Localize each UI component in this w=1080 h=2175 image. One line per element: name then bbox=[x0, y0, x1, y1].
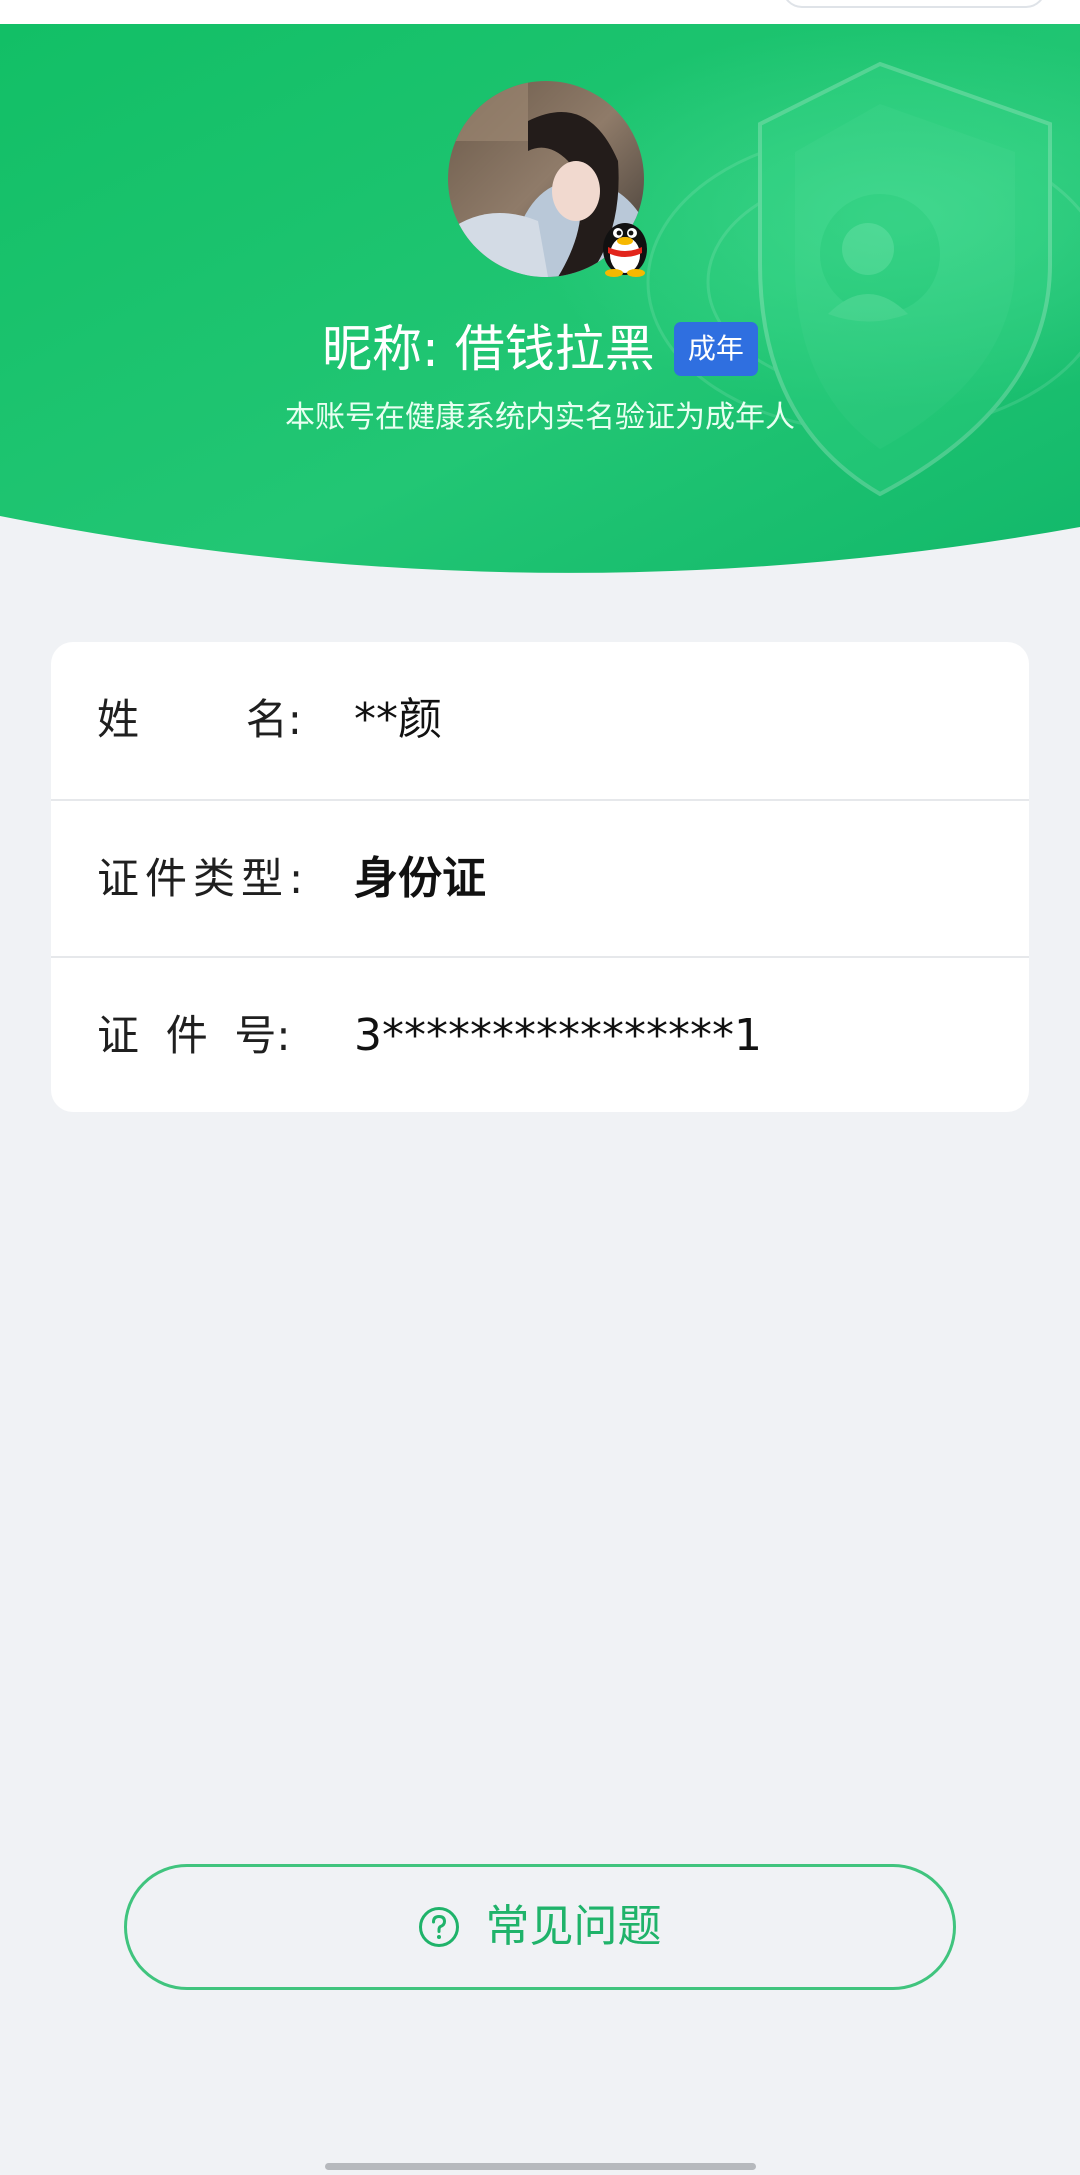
nickname-row: 昵称: 借钱拉黑 成年 bbox=[0, 314, 1080, 384]
identity-card: 姓 名: **颜 证件类型: 身份证 证 件 号: 3*************… bbox=[51, 642, 1029, 1112]
id-type-row: 证件类型: 身份证 bbox=[51, 799, 1029, 957]
id-type-value: 身份证 bbox=[354, 853, 486, 904]
top-pill-button[interactable] bbox=[782, 0, 1046, 8]
faq-label: 常见问题 bbox=[485, 1901, 662, 1952]
id-number-row: 证 件 号: 3****************1 bbox=[51, 956, 1029, 1112]
nickname: 昵称: 借钱拉黑 bbox=[322, 320, 655, 378]
name-row: 姓 名: **颜 bbox=[51, 642, 1029, 798]
id-number-value: 3****************1 bbox=[354, 1010, 762, 1061]
name-value: **颜 bbox=[354, 694, 442, 745]
profile-header: 昵称: 借钱拉黑 成年 本账号在健康系统内实名验证为成年人 bbox=[0, 24, 1080, 576]
id-type-label: 证件类型: bbox=[97, 854, 310, 903]
qq-penguin-icon bbox=[603, 223, 647, 277]
name-label: 姓 名: bbox=[97, 695, 302, 744]
adult-badge: 成年 bbox=[673, 322, 758, 376]
home-indicator[interactable] bbox=[325, 2163, 756, 2170]
faq-button[interactable]: 常见问题 bbox=[124, 1864, 956, 1990]
question-circle-icon bbox=[419, 1907, 460, 1947]
verification-text: 本账号在健康系统内实名验证为成年人 bbox=[285, 400, 795, 435]
top-bar bbox=[0, 0, 1080, 24]
id-number-label: 证 件 号: bbox=[97, 1011, 291, 1060]
